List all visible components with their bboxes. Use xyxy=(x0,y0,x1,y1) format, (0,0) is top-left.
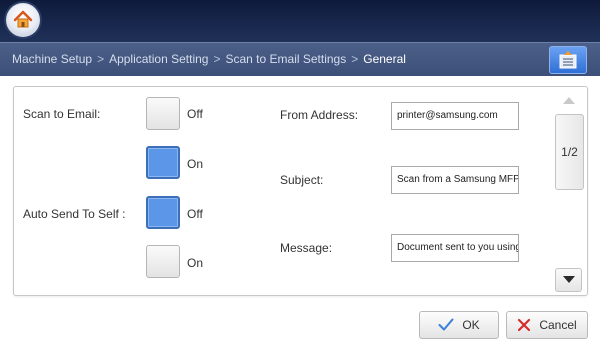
close-icon xyxy=(518,318,531,332)
scan-to-email-on-toggle[interactable] xyxy=(146,146,180,179)
from-address-field[interactable]: printer@samsung.com xyxy=(391,102,519,130)
breadcrumb-item-machine-setup[interactable]: Machine Setup xyxy=(12,52,92,66)
page-scroller: 1/2 xyxy=(555,88,584,293)
auto-send-on-label: On xyxy=(187,256,204,270)
home-icon xyxy=(13,10,33,28)
scan-to-email-label: Scan to Email: xyxy=(23,107,101,121)
arrow-up-icon xyxy=(562,97,575,104)
ok-button-label: OK xyxy=(462,318,480,332)
auto-send-off-label: Off xyxy=(187,207,203,221)
scan-to-email-off-label: Off xyxy=(187,107,203,121)
breadcrumb-separator: > xyxy=(213,52,221,66)
subject-field[interactable]: Scan from a Samsung MFP xyxy=(391,166,519,194)
breadcrumb: Machine Setup > Application Setting > Scan t… xyxy=(12,52,406,66)
scan-to-email-on-label: On xyxy=(187,157,204,171)
auto-send-off-toggle[interactable] xyxy=(146,196,180,229)
scan-to-email-off-toggle[interactable] xyxy=(146,97,180,130)
arrow-down-icon xyxy=(562,276,575,283)
breadcrumb-separator: > xyxy=(97,52,105,66)
ok-button[interactable]: OK xyxy=(419,311,499,339)
cancel-button[interactable]: Cancel xyxy=(506,311,588,339)
breadcrumb-bar: Machine Setup > Application Setting > Scan t… xyxy=(0,42,600,77)
page-indicator[interactable]: 1/2 xyxy=(555,114,584,190)
message-label: Message: xyxy=(280,241,333,255)
scroll-up-button[interactable] xyxy=(555,88,582,112)
top-bar xyxy=(0,0,600,42)
breadcrumb-separator: > xyxy=(351,52,359,66)
settings-list-icon xyxy=(559,51,577,69)
breadcrumb-item-general: General xyxy=(363,52,406,66)
settings-list-button[interactable] xyxy=(549,46,587,74)
auto-send-on-toggle[interactable] xyxy=(146,245,180,278)
checkmark-icon xyxy=(438,318,454,331)
message-field[interactable]: Document sent to you using xyxy=(391,234,519,262)
subject-label: Subject: xyxy=(280,173,324,187)
cancel-button-label: Cancel xyxy=(539,318,577,332)
scroll-down-button[interactable] xyxy=(555,268,582,292)
home-button[interactable] xyxy=(6,3,40,37)
from-address-label: From Address: xyxy=(280,108,359,122)
auto-send-to-self-label: Auto Send To Self : xyxy=(23,207,126,221)
breadcrumb-item-scan-to-email-settings[interactable]: Scan to Email Settings xyxy=(226,52,347,66)
page-indicator-text: 1/2 xyxy=(561,145,578,159)
breadcrumb-item-application-setting[interactable]: Application Setting xyxy=(109,52,208,66)
